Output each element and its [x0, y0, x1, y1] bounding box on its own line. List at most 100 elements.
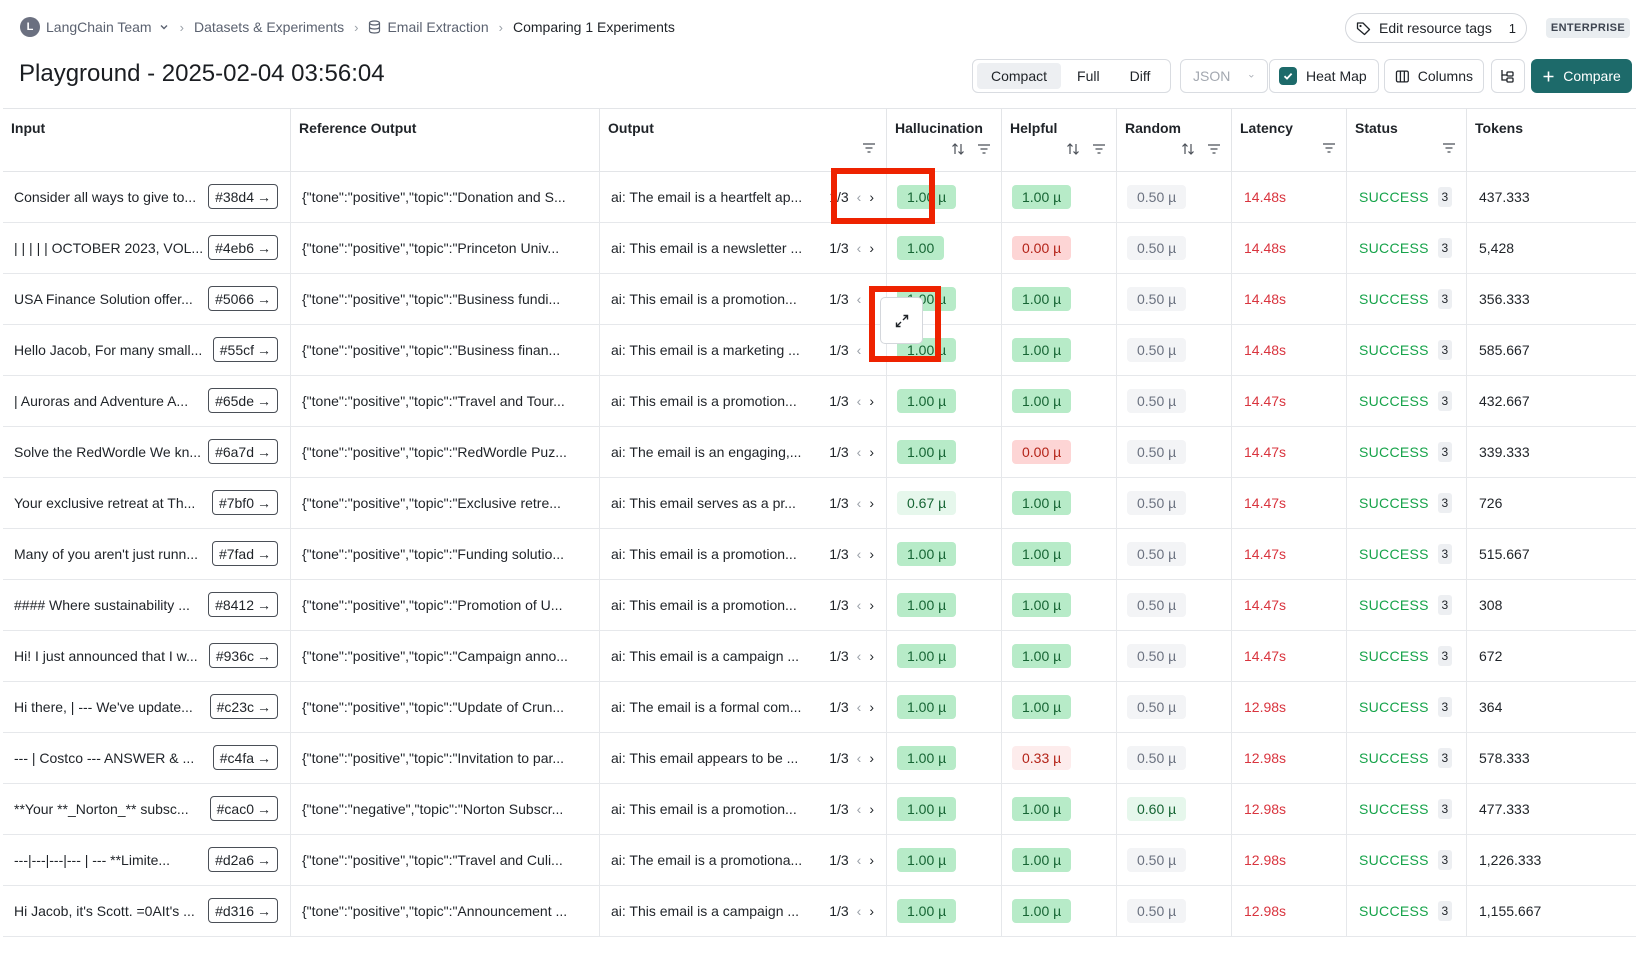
chevron-left-icon[interactable]: ‹ [857, 699, 862, 715]
column-header-helpful[interactable]: Helpful [1002, 109, 1117, 172]
filter-icon[interactable] [1442, 142, 1456, 154]
hallucination-cell[interactable]: 1.00 µ [887, 631, 1002, 681]
input-cell[interactable]: ---|---|---|--- | --- **Limite... #d2a6 → [3, 835, 291, 885]
chevron-right-icon[interactable]: › [869, 699, 874, 715]
chevron-left-icon[interactable]: ‹ [857, 801, 862, 817]
helpful-cell[interactable]: 0.00 µ [1002, 427, 1117, 477]
reference-output-cell[interactable]: {"tone":"positive","topic":"Promotion of… [291, 580, 600, 630]
reference-output-cell[interactable]: {"tone":"positive","topic":"Donation and… [291, 172, 600, 222]
table-row[interactable]: --- | Costco --- ANSWER & ... #c4fa → {"ton… [3, 733, 1636, 784]
heatmap-checkbox[interactable] [1279, 67, 1297, 85]
chevron-left-icon[interactable]: ‹ [857, 495, 862, 511]
input-cell[interactable]: | | | | | OCTOBER 2023, VOL... #4eb6 → [3, 223, 291, 273]
chevron-left-icon[interactable]: ‹ [857, 597, 862, 613]
random-cell[interactable]: 0.50 µ [1117, 274, 1232, 324]
filter-icon[interactable] [862, 142, 876, 154]
example-id-link[interactable]: #7fad → [211, 541, 278, 566]
chevron-left-icon[interactable]: ‹ [857, 291, 862, 307]
hallucination-cell[interactable]: 1.00 µ [887, 682, 1002, 732]
output-cell[interactable]: ai: This email is a promotion... 1/3 ‹ › [600, 580, 887, 630]
output-cell[interactable]: ai: This email appears to be ... 1/3 ‹ › [600, 733, 887, 783]
example-id-link[interactable]: #4eb6 → [208, 235, 278, 260]
column-header-latency[interactable]: Latency [1232, 109, 1347, 172]
reference-output-cell[interactable]: {"tone":"positive","topic":"Travel and C… [291, 835, 600, 885]
helpful-cell[interactable]: 1.00 µ [1002, 478, 1117, 528]
chevron-right-icon[interactable]: › [869, 240, 874, 256]
random-cell[interactable]: 0.50 µ [1117, 172, 1232, 222]
helpful-cell[interactable]: 1.00 µ [1002, 529, 1117, 579]
column-header-random[interactable]: Random [1117, 109, 1232, 172]
hallucination-cell[interactable]: 1.00 µ [887, 733, 1002, 783]
chevron-left-icon[interactable]: ‹ [857, 546, 862, 562]
reference-output-cell[interactable]: {"tone":"positive","topic":"Travel and T… [291, 376, 600, 426]
helpful-cell[interactable]: 0.33 µ [1002, 733, 1117, 783]
chevron-right-icon[interactable]: › [869, 495, 874, 511]
random-cell[interactable]: 0.50 µ [1117, 325, 1232, 375]
reference-output-cell[interactable]: {"tone":"positive","topic":"Campaign ann… [291, 631, 600, 681]
table-row[interactable]: USA Finance Solution offer... #5066 → {"ton… [3, 274, 1636, 325]
breadcrumb-workspace[interactable]: L LangChain Team [20, 17, 170, 37]
chevron-right-icon[interactable]: › [869, 444, 874, 460]
input-cell[interactable]: Many of you aren't just runn... #7fad → [3, 529, 291, 579]
reference-output-cell[interactable]: {"tone":"positive","topic":"Update of Cr… [291, 682, 600, 732]
output-cell[interactable]: ai: This email is a promotion... 1/3 ‹ › [600, 529, 887, 579]
helpful-cell[interactable]: 1.00 µ [1002, 376, 1117, 426]
view-full-button[interactable]: Full [1063, 63, 1114, 89]
random-cell[interactable]: 0.50 µ [1117, 682, 1232, 732]
random-cell[interactable]: 0.50 µ [1117, 223, 1232, 273]
helpful-cell[interactable]: 1.00 µ [1002, 274, 1117, 324]
layout-button[interactable] [1491, 59, 1525, 93]
compare-button[interactable]: Compare [1531, 59, 1632, 93]
table-row[interactable]: ---|---|---|--- | --- **Limite... #d2a6 → {… [3, 835, 1636, 886]
reference-output-cell[interactable]: {"tone":"positive","topic":"Business fun… [291, 274, 600, 324]
hallucination-cell[interactable]: 1.00 µ [887, 886, 1002, 936]
reference-output-cell[interactable]: {"tone":"negative","topic":"Norton Subsc… [291, 784, 600, 834]
reference-output-cell[interactable]: {"tone":"positive","topic":"Invitation t… [291, 733, 600, 783]
example-id-link[interactable]: #65de → [208, 388, 278, 413]
input-cell[interactable]: | Auroras and Adventure A... #65de → [3, 376, 291, 426]
helpful-cell[interactable]: 1.00 µ [1002, 631, 1117, 681]
example-id-link[interactable]: #55cf → [212, 337, 278, 362]
output-cell[interactable]: ai: This email is a promotion... 1/3 ‹ › [600, 784, 887, 834]
example-id-link[interactable]: #8412 → [208, 592, 278, 617]
reference-output-cell[interactable]: {"tone":"positive","topic":"Announcement… [291, 886, 600, 936]
reference-output-cell[interactable]: {"tone":"positive","topic":"Princeton Un… [291, 223, 600, 273]
random-cell[interactable]: 0.50 µ [1117, 580, 1232, 630]
hallucination-cell[interactable]: 1.00 µ [887, 376, 1002, 426]
table-row[interactable]: **Your **_Norton_** subsc... #cac0 → {"tone… [3, 784, 1636, 835]
filter-icon[interactable] [1322, 142, 1336, 154]
filter-icon[interactable] [1207, 143, 1221, 155]
example-id-link[interactable]: #936c → [208, 643, 278, 668]
hallucination-cell[interactable]: 1.00 µ [887, 427, 1002, 477]
input-cell[interactable]: Your exclusive retreat at Th... #7bf0 → [3, 478, 291, 528]
hallucination-cell[interactable]: 1.00 µ [887, 529, 1002, 579]
output-cell[interactable]: ai: This email serves as a pr... 1/3 ‹ › [600, 478, 887, 528]
sort-icon[interactable] [1181, 142, 1195, 156]
hallucination-cell[interactable]: 1.00 µ [887, 835, 1002, 885]
example-id-link[interactable]: #6a7d → [208, 439, 278, 464]
heatmap-toggle[interactable]: Heat Map [1269, 59, 1379, 93]
filter-icon[interactable] [1092, 143, 1106, 155]
reference-output-cell[interactable]: {"tone":"positive","topic":"Exclusive re… [291, 478, 600, 528]
random-cell[interactable]: 0.50 µ [1117, 733, 1232, 783]
column-header-output[interactable]: Output [600, 109, 887, 172]
chevron-left-icon[interactable]: ‹ [857, 648, 862, 664]
table-row[interactable]: Many of you aren't just runn... #7fad → {"t… [3, 529, 1636, 580]
table-row[interactable]: #### Where sustainability ... #8412 → {"ton… [3, 580, 1636, 631]
chevron-left-icon[interactable]: ‹ [857, 342, 862, 358]
output-cell[interactable]: ai: This email is a marketing ... 1/3 ‹ › [600, 325, 887, 375]
hallucination-cell[interactable]: 1.00 [887, 223, 1002, 273]
edit-resource-tags-button[interactable]: Edit resource tags 1 [1345, 13, 1527, 43]
breadcrumb-dataset[interactable]: Email Extraction [368, 19, 489, 35]
input-cell[interactable]: Solve the RedWordle We kn... #6a7d → [3, 427, 291, 477]
expand-button[interactable] [880, 297, 923, 344]
table-row[interactable]: Hi! I just announced that I w... #936c → {"… [3, 631, 1636, 682]
chevron-right-icon[interactable]: › [869, 648, 874, 664]
example-id-link[interactable]: #d2a6 → [208, 847, 278, 872]
chevron-right-icon[interactable]: › [869, 750, 874, 766]
helpful-cell[interactable]: 1.00 µ [1002, 886, 1117, 936]
filter-icon[interactable] [977, 143, 991, 155]
sort-icon[interactable] [1066, 142, 1080, 156]
output-cell[interactable]: ai: This email is a newsletter ... 1/3 ‹ › [600, 223, 887, 273]
sort-icon[interactable] [951, 142, 965, 156]
